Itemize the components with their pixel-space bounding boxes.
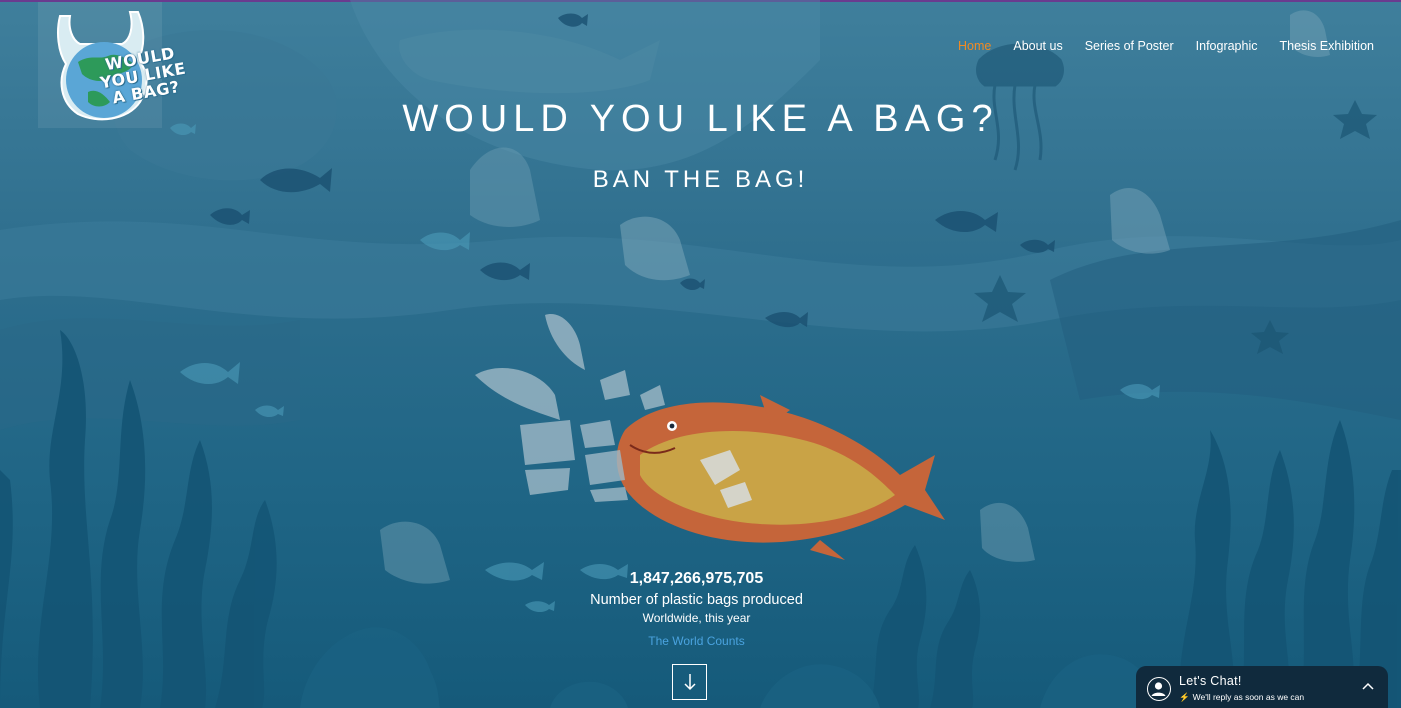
main-nav: Home About us Series of Poster Infograph…: [947, 38, 1374, 54]
lightning-icon: ⚡: [1179, 692, 1190, 702]
chat-title: Let's Chat!: [1179, 674, 1242, 688]
scroll-down-button[interactable]: [672, 664, 707, 700]
tuna-fish-icon: [616, 395, 945, 560]
counter-source-link[interactable]: The World Counts: [0, 634, 1393, 649]
chat-subtitle: We'll reply as soon as we can: [1192, 692, 1305, 702]
nav-item-thesis-exhibition[interactable]: Thesis Exhibition: [1269, 38, 1375, 54]
hero-subtitle: BAN THE BAG!: [592, 166, 809, 193]
counter-number: 1,847,266,975,705: [629, 570, 764, 587]
arrow-down-icon: [683, 674, 696, 691]
nav-item-series-of-poster[interactable]: Series of Poster: [1074, 38, 1185, 54]
nav-item-infographic[interactable]: Infographic: [1185, 38, 1269, 54]
chevron-up-icon[interactable]: [1362, 682, 1374, 690]
user-avatar-icon: [1147, 677, 1171, 701]
plastic-bag-counter: 1,847,266,975,705 Number of plastic bags…: [0, 569, 1393, 649]
nav-item-home[interactable]: Home: [947, 38, 1002, 54]
counter-sublabel: Worldwide, this year: [642, 611, 751, 625]
chat-subtitle-row: ⚡ We'll reply as soon as we can: [1179, 692, 1304, 703]
counter-label: Number of plastic bags produced: [590, 592, 803, 608]
hero-title: WOULD YOU LIKE A BAG?: [402, 98, 999, 140]
nav-item-about-us[interactable]: About us: [1002, 38, 1073, 54]
chat-widget[interactable]: Let's Chat! ⚡ We'll reply as soon as we c…: [1136, 666, 1388, 708]
page: WOULD YOU LIKE A BAG? Home About us Seri…: [0, 0, 1401, 708]
